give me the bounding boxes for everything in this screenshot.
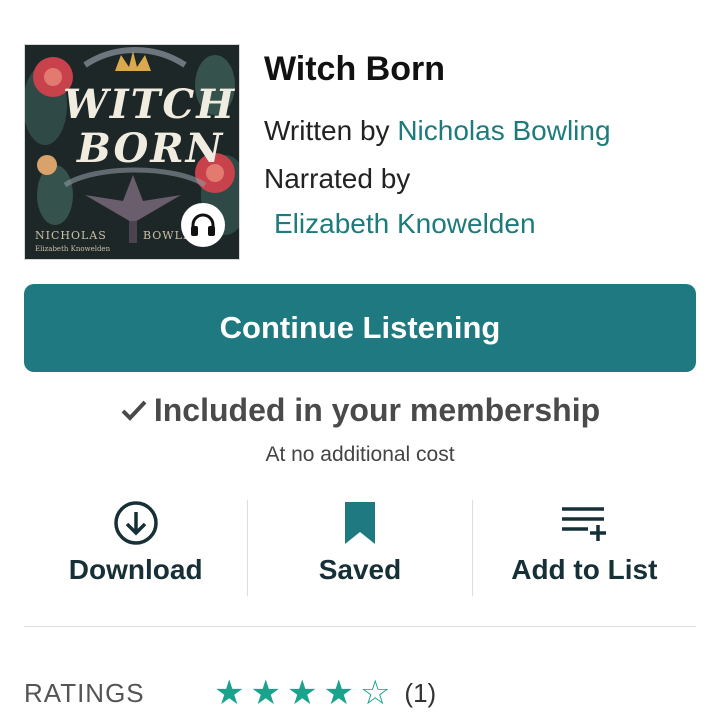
author-link[interactable]: Nicholas Bowling: [397, 115, 610, 146]
membership-label: Included in your membership: [153, 392, 601, 428]
saved-label: Saved: [318, 554, 402, 585]
download-button[interactable]: Download: [24, 500, 247, 596]
ratings-count: (1): [404, 677, 437, 708]
book-header: WITCH BORN NICHOLAS BOWLI Elizabeth Know…: [24, 44, 696, 260]
book-cover[interactable]: WITCH BORN NICHOLAS BOWLI Elizabeth Know…: [24, 44, 240, 260]
written-by-label: Written by: [264, 115, 390, 146]
section-divider: [24, 626, 696, 627]
author-line: Written by Nicholas Bowling: [264, 107, 611, 155]
star-filled-icon: ★: [214, 674, 245, 712]
ratings-row[interactable]: RATINGS ★ ★ ★ ★ ☆ (1): [24, 676, 436, 710]
continue-listening-button[interactable]: Continue Listening: [24, 284, 696, 372]
add-to-list-button[interactable]: Add to List: [471, 500, 696, 596]
membership-info: Included in your membership At no additi…: [0, 392, 720, 467]
add-to-list-icon: [560, 500, 608, 546]
add-to-list-label: Add to List: [511, 554, 658, 585]
cover-narrator: Elizabeth Knowelden: [35, 245, 111, 253]
ratings-label: RATINGS: [24, 677, 145, 708]
download-label: Download: [68, 554, 203, 585]
star-filled-icon: ★: [250, 674, 281, 712]
star-filled-icon: ★: [323, 674, 354, 712]
cover-author-left: NICHOLAS: [35, 229, 107, 242]
book-title: Witch Born: [264, 50, 446, 88]
bookmark-icon: [343, 500, 377, 546]
star-empty-icon: ☆: [359, 674, 391, 712]
saved-button[interactable]: Saved: [247, 500, 471, 596]
narrator-link[interactable]: Elizabeth Knowelden: [274, 203, 611, 245]
action-bar: Download Saved Add to List: [24, 500, 696, 596]
membership-sub: At no additional cost: [265, 443, 455, 466]
cover-title-line-2: BORN: [77, 125, 225, 172]
download-icon: [113, 500, 159, 546]
check-icon: [121, 400, 147, 421]
star-rating: ★ ★ ★ ★ ☆: [214, 676, 390, 710]
membership-line: Included in your membership: [120, 392, 600, 429]
headphones-icon: [181, 203, 225, 247]
book-info: Witch Born Written by Nicholas Bowling N…: [264, 50, 611, 245]
cover-title-line-1: WITCH: [63, 81, 237, 128]
narrated-by-label: Narrated by: [264, 163, 411, 194]
star-filled-icon: ★: [286, 674, 318, 712]
